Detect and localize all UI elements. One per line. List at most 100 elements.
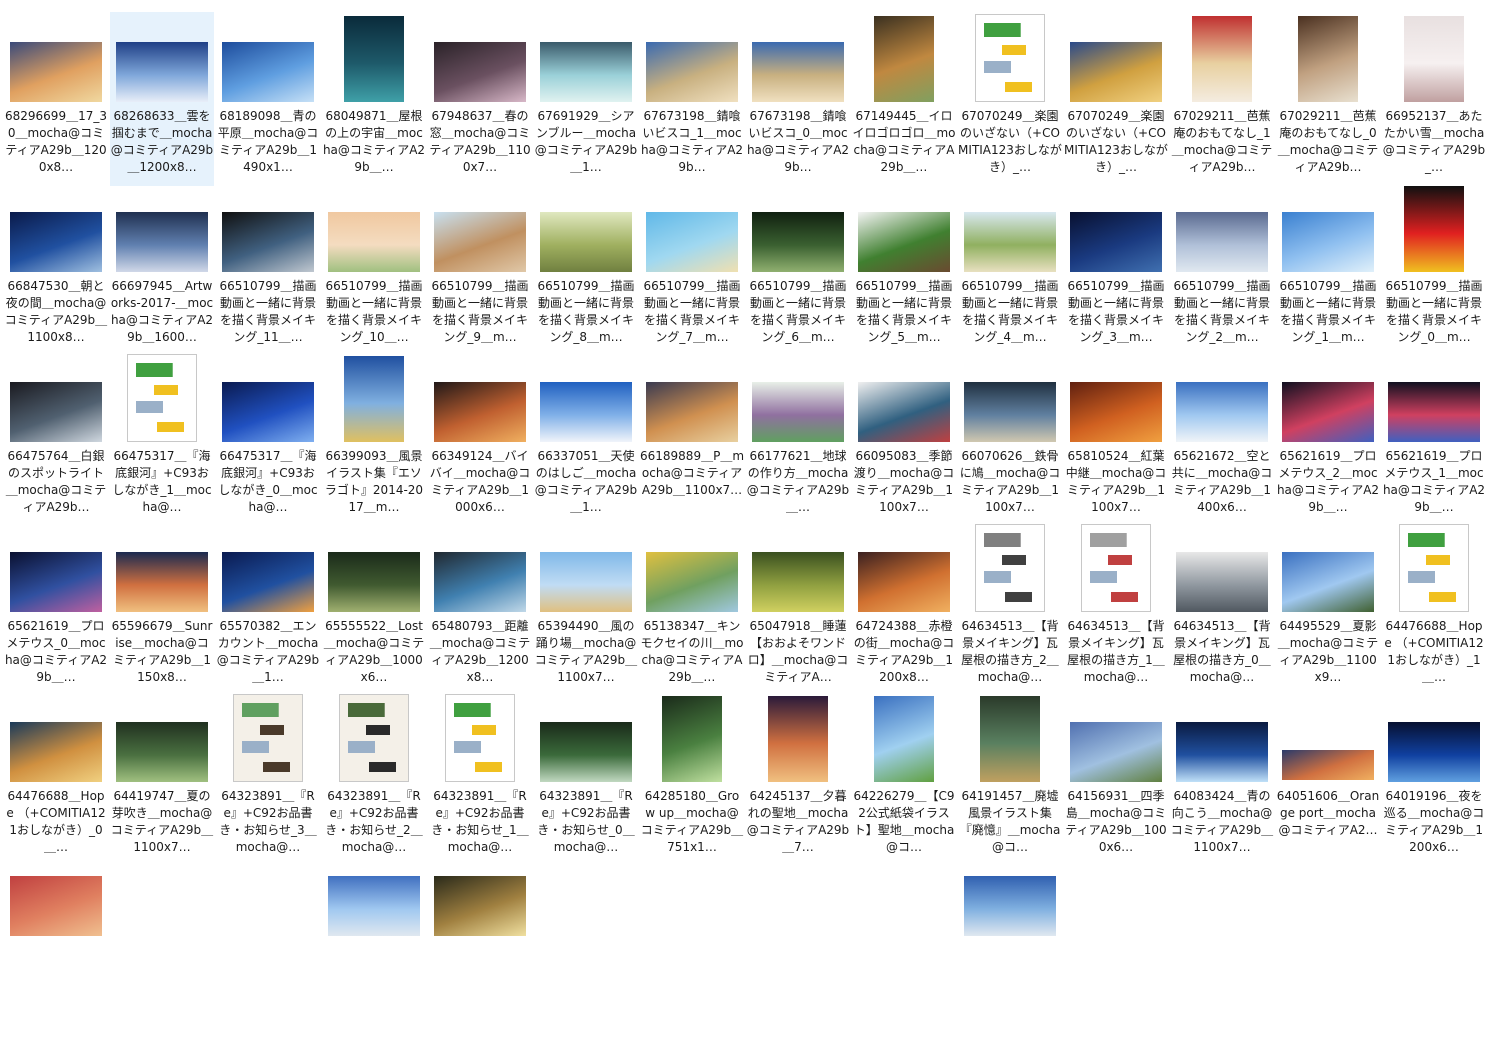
file-item[interactable]: 65596679＿Sunrise＿mocha@コミティアA29b＿1150x8… (110, 522, 214, 696)
file-name-label: 66475317＿『海底銀河』+C93おしながき_0＿mocha@… (218, 449, 318, 514)
file-item[interactable]: 67029211＿芭蕉庵のおもてなし_0＿mocha@コミティアA29b… (1276, 12, 1380, 186)
file-item[interactable]: 64634513＿【背景メイキング】瓦屋根の描き方_2＿mocha@… (958, 522, 1062, 696)
file-item[interactable]: 66510799＿描画動画と一緒に背景を描く背景メイキング_1＿m… (1276, 182, 1380, 356)
file-item[interactable]: 68049871＿屋根の上の宇宙＿mocha@コミティアA29b＿… (322, 12, 426, 186)
file-item[interactable]: 64724388＿赤橙の街＿mocha@コミティアA29b＿1200x8… (852, 522, 956, 696)
file-item[interactable]: 65394490＿風の踊り場＿mocha@コミティアA29b＿1100x7… (534, 522, 638, 696)
file-name-label: 65047918＿睡蓮【おおよそワンドロ】＿mocha@コミティアA… (747, 619, 849, 684)
file-item[interactable]: 64285180＿Grow up＿mocha@コミティアA29b＿751x1… (640, 692, 744, 866)
file-item[interactable]: 65047918＿睡蓮【おおよそワンドロ】＿mocha@コミティアA… (746, 522, 850, 696)
file-item[interactable]: 64323891＿『Re』+C92お品書き・お知らせ_0＿mocha@… (534, 692, 638, 866)
file-name-label: 65621619＿プロメテウス_1＿mocha@コミティアA29b＿… (1382, 449, 1486, 514)
thumbnail-image (116, 552, 208, 612)
file-item[interactable]: 66475317＿『海底銀河』+C93おしながき_0＿mocha@… (216, 352, 320, 526)
file-item[interactable]: 64083424＿青の向こう＿mocha@コミティアA29b＿1100x7… (1170, 692, 1274, 866)
file-item[interactable]: 64476688＿Hope （+COMITIA121おしながき）_1＿… (1382, 522, 1486, 696)
file-item[interactable]: 66510799＿描画動画と一緒に背景を描く背景メイキング_5＿m… (852, 182, 956, 356)
file-item[interactable]: 66847530＿朝と夜の間＿mocha@コミティアA29b＿1100x8… (4, 182, 108, 356)
thumbnail-image (975, 14, 1045, 102)
file-name-label: 66349124＿バイバイ＿mocha@コミティアA29b＿1000x6… (429, 449, 531, 514)
file-item[interactable]: 64051606＿Orange port＿mocha@コミティアA2… (1276, 692, 1380, 866)
thumbnail-image (1070, 382, 1162, 442)
file-item[interactable]: 65570382＿エンカウント＿mocha@コミティアA29b＿1… (216, 522, 320, 696)
file-item[interactable]: 67149445＿イロイロゴロゴロ＿mocha@コミティアA29b＿… (852, 12, 956, 186)
file-item[interactable]: 64495529＿夏影＿mocha@コミティアA29b＿1100x9… (1276, 522, 1380, 696)
file-item[interactable]: 66510799＿描画動画と一緒に背景を描く背景メイキング_9＿m… (428, 182, 532, 356)
file-item[interactable]: 66697945＿Artworks-2017-＿mocha@コミティアA29b＿… (110, 182, 214, 356)
thumbnail-image (768, 696, 828, 782)
thumbnail-image (858, 382, 950, 442)
thumbnail-image (339, 694, 409, 782)
file-item[interactable]: 68296699＿17_30＿mocha@コミティアA29b＿1200x8… (4, 12, 108, 186)
file-name-label: 64634513＿【背景メイキング】瓦屋根の描き方_0＿mocha@… (1173, 619, 1271, 684)
file-item[interactable]: 64323891＿『Re』+C92お品書き・お知らせ_1＿mocha@… (428, 692, 532, 866)
file-item[interactable]: 66177621＿地球の作り方＿mocha@コミティアA29b＿… (746, 352, 850, 526)
file-item[interactable]: 65138347＿キンモクセイの川＿mocha@コミティアA29b＿… (640, 522, 744, 696)
file-item[interactable]: 66070626＿鉄骨に鳩＿mocha@コミティアA29b＿1100x7… (958, 352, 1062, 526)
file-name-label: 67070249＿楽園のいざない（+COMITIA123おしながき）_… (958, 109, 1062, 174)
file-item[interactable]: 65480793＿距離＿mocha@コミティアA29b＿1200x8… (428, 522, 532, 696)
file-item[interactable]: 64191457＿廃墟風景イラスト集『廃憶』＿mocha@コ… (958, 692, 1062, 866)
thumbnail-image (10, 382, 102, 442)
file-item-partial[interactable] (322, 876, 426, 1050)
file-item[interactable]: 66510799＿描画動画と一緒に背景を描く背景メイキング_8＿m… (534, 182, 638, 356)
file-item[interactable]: 66952137＿あたたかい雪＿mocha@コミティアA29b_… (1382, 12, 1486, 186)
file-name-label: 66510799＿描画動画と一緒に背景を描く背景メイキング_0＿m… (1385, 279, 1483, 344)
thumbnail-image (646, 212, 738, 272)
file-item[interactable]: 66510799＿描画動画と一緒に背景を描く背景メイキング_3＿m… (1064, 182, 1168, 356)
file-name-label: 66510799＿描画動画と一緒に背景を描く背景メイキング_11＿… (219, 279, 317, 344)
file-item[interactable]: 64634513＿【背景メイキング】瓦屋根の描き方_0＿mocha@… (1170, 522, 1274, 696)
file-item[interactable]: 66510799＿描画動画と一緒に背景を描く背景メイキング_4＿m… (958, 182, 1062, 356)
file-item[interactable]: 66189889＿P＿mocha@コミティアA29b＿1100x7… (640, 352, 744, 526)
file-item[interactable]: 68189098＿青の平原＿mocha@コミティアA29b＿1490x1… (216, 12, 320, 186)
file-item[interactable]: 66510799＿描画動画と一緒に背景を描く背景メイキング_6＿m… (746, 182, 850, 356)
thumbnail-image (1070, 42, 1162, 102)
thumbnail-image (10, 722, 102, 782)
file-name-label: 68189098＿青の平原＿mocha@コミティアA29b＿1490x1… (217, 109, 319, 174)
file-item[interactable]: 64156931＿四季島＿mocha@コミティアA29b＿1000x6… (1064, 692, 1168, 866)
file-name-label: 64476688＿Hope （+COMITIA121おしながき）_0＿… (6, 789, 106, 854)
thumbnail-image (1070, 212, 1162, 272)
file-item[interactable]: 66095083＿季節渡り＿mocha@コミティアA29b＿1100x7… (852, 352, 956, 526)
file-item[interactable]: 66475764＿白銀のスポットライト＿mocha@コミティアA29b… (4, 352, 108, 526)
file-item[interactable]: 64226279＿【C92公式紙袋イラスト】聖地＿mocha@コ… (852, 692, 956, 866)
file-item[interactable]: 66510799＿描画動画と一緒に背景を描く背景メイキング_7＿m… (640, 182, 744, 356)
file-item[interactable]: 64245137＿夕暮れの聖地＿mocha@コミティアA29b＿7… (746, 692, 850, 866)
file-item[interactable]: 66510799＿描画動画と一緒に背景を描く背景メイキング_10＿… (322, 182, 426, 356)
file-item[interactable]: 64323891＿『Re』+C92お品書き・お知らせ_2＿mocha@… (322, 692, 426, 866)
thumbnail-image (1404, 186, 1464, 272)
file-item[interactable]: 64323891＿『Re』+C92お品書き・お知らせ_3＿mocha@… (216, 692, 320, 866)
file-item[interactable]: 66349124＿バイバイ＿mocha@コミティアA29b＿1000x6… (428, 352, 532, 526)
file-item-partial[interactable] (958, 876, 1062, 1050)
thumbnail-image (874, 16, 934, 102)
file-name-label: 66070626＿鉄骨に鳩＿mocha@コミティアA29b＿1100x7… (959, 449, 1061, 514)
file-item[interactable]: 66510799＿描画動画と一緒に背景を描く背景メイキング_11＿… (216, 182, 320, 356)
file-item[interactable]: 66337051＿天使のはしご＿mocha@コミティアA29b＿1… (534, 352, 638, 526)
file-item[interactable]: 65621619＿プロメテウス_2＿mocha@コミティアA29b＿… (1276, 352, 1380, 526)
file-item[interactable]: 66510799＿描画動画と一緒に背景を描く背景メイキング_0＿m… (1382, 182, 1486, 356)
file-item[interactable]: 64476688＿Hope （+COMITIA121おしながき）_0＿… (4, 692, 108, 866)
file-item[interactable]: 66399093＿風景イラスト集『エソラゴト』2014-2017＿m… (322, 352, 426, 526)
file-item[interactable]: 64019196＿夜を巡る＿mocha@コミティアA29b＿1200x6… (1382, 692, 1486, 866)
file-item[interactable]: 65810524＿紅葉中継＿mocha@コミティアA29b＿1100x7… (1064, 352, 1168, 526)
file-item[interactable]: 67691929＿シアンブルー＿mocha@コミティアA29b＿1… (534, 12, 638, 186)
file-item[interactable]: 68268633＿雲を掴むまで＿mocha@コミティアA29b＿1200x8… (110, 12, 214, 186)
file-name-label: 64226279＿【C92公式紙袋イラスト】聖地＿mocha@コ… (853, 789, 955, 854)
file-item[interactable]: 65555522＿Lost＿mocha@コミティアA29b＿1000x6… (322, 522, 426, 696)
file-item[interactable]: 65621619＿プロメテウス_1＿mocha@コミティアA29b＿… (1382, 352, 1486, 526)
file-item[interactable]: 67673198＿錆喰いビスコ_1＿mocha@コミティアA29b… (640, 12, 744, 186)
file-item[interactable]: 66475317＿『海底銀河』+C93おしながき_1＿mocha@… (110, 352, 214, 526)
file-item[interactable]: 64634513＿【背景メイキング】瓦屋根の描き方_1＿mocha@… (1064, 522, 1168, 696)
file-item-partial[interactable] (4, 876, 108, 1050)
file-item[interactable]: 66510799＿描画動画と一緒に背景を描く背景メイキング_2＿m… (1170, 182, 1274, 356)
file-item-partial[interactable] (428, 876, 532, 1050)
file-item[interactable]: 67948637＿春の窓＿mocha@コミティアA29b＿1100x7… (428, 12, 532, 186)
file-name-label: 64083424＿青の向こう＿mocha@コミティアA29b＿1100x7… (1170, 789, 1274, 854)
file-item[interactable]: 65621672＿空と共に＿mocha@コミティアA29b＿1400x6… (1170, 352, 1274, 526)
file-item[interactable]: 67673198＿錆喰いビスコ_0＿mocha@コミティアA29b… (746, 12, 850, 186)
file-item[interactable]: 67070249＿楽園のいざない（+COMITIA123おしながき）_… (958, 12, 1062, 186)
file-item[interactable]: 64419747＿夏の芽吹き＿mocha@コミティアA29b＿1100x7… (110, 692, 214, 866)
file-item[interactable]: 65621619＿プロメテウス_0＿mocha@コミティアA29b＿… (4, 522, 108, 696)
file-item[interactable]: 67070249＿楽園のいざない（+COMITIA123おしながき）_… (1064, 12, 1168, 186)
file-item[interactable]: 67029211＿芭蕉庵のおもてなし_1＿mocha@コミティアA29b… (1170, 12, 1274, 186)
